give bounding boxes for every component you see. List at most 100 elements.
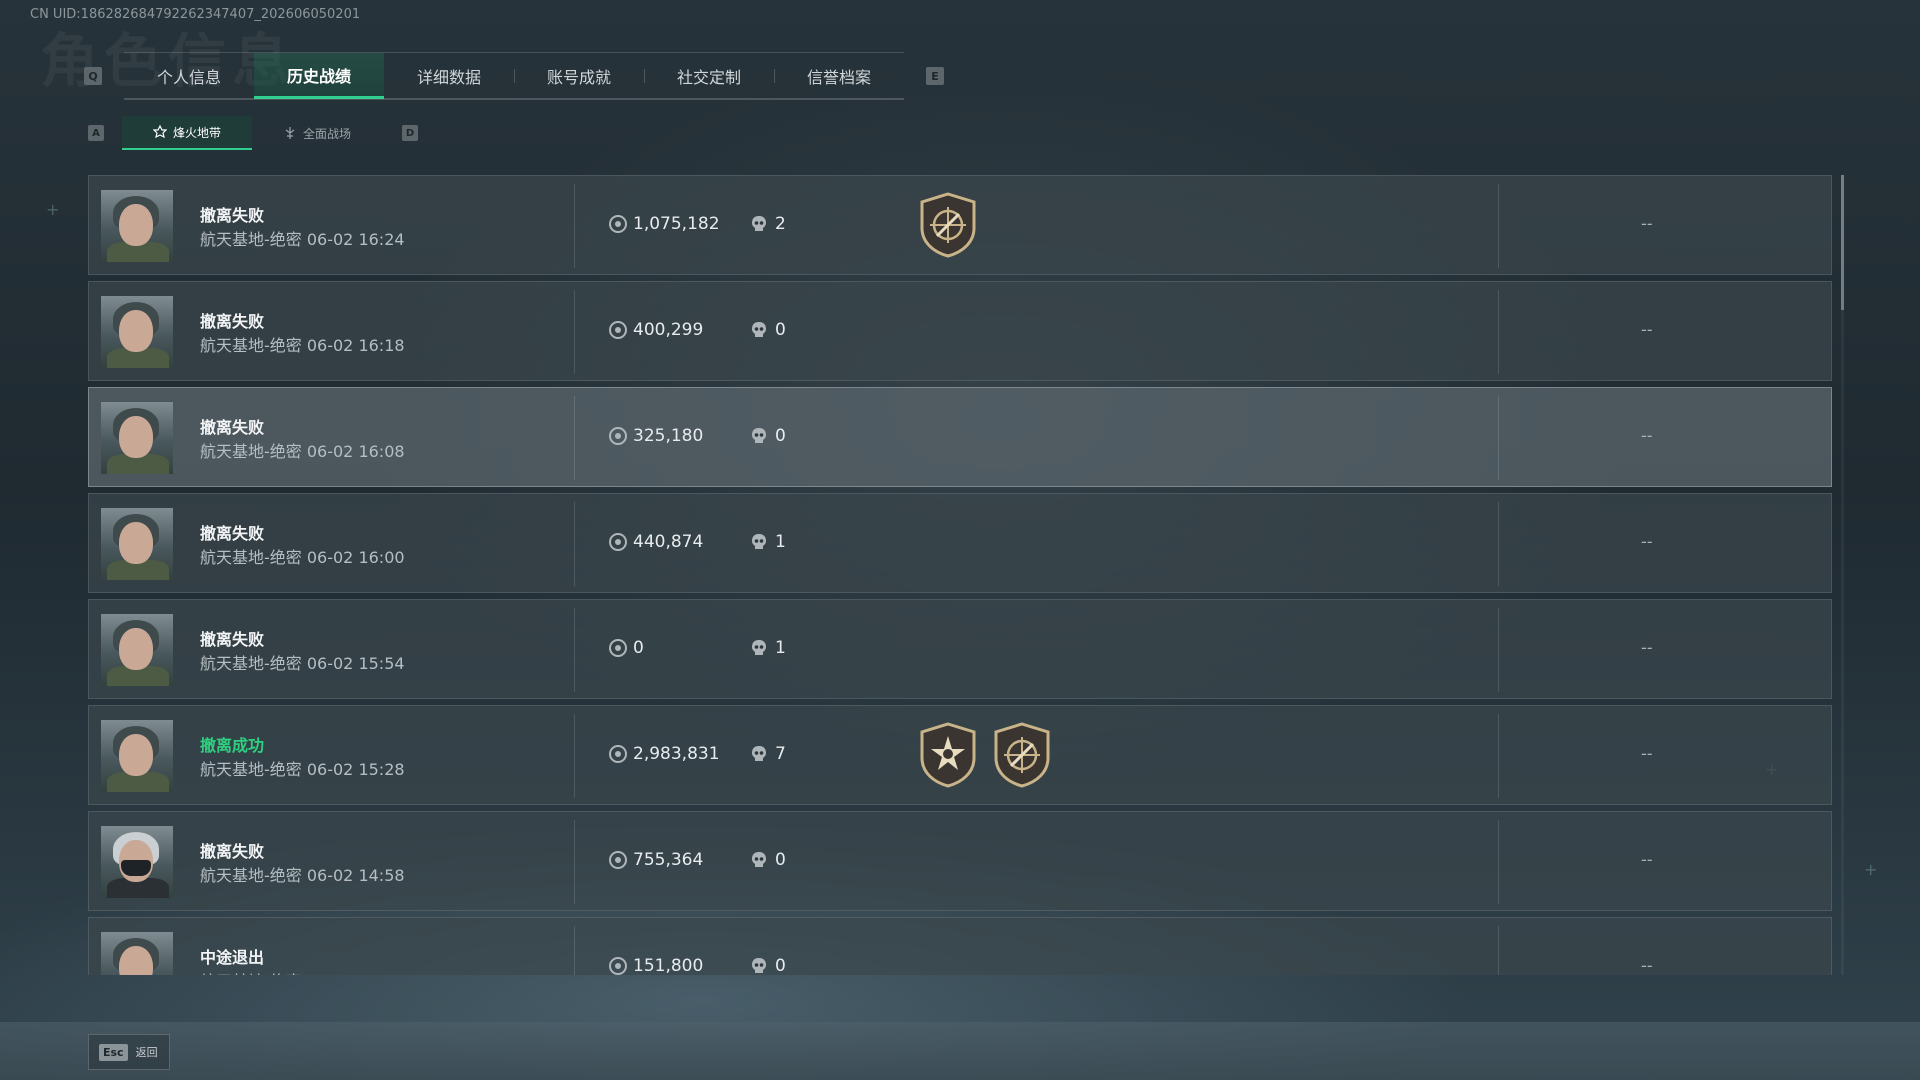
target-badge-icon [994,722,1050,788]
scrollbar-thumb[interactable] [1841,175,1844,310]
skull-icon [752,852,766,867]
target-badge-icon [920,192,976,258]
loot-value-text: 755,364 [633,850,704,870]
column-divider [1498,926,1499,975]
loot-value: 151,800 [609,956,703,975]
map-and-time: 航天基地-绝密 06-02 16:08 [200,442,405,461]
tab-social-custom[interactable]: 社交定制 [644,53,774,99]
key-hint-q[interactable]: Q [84,67,102,85]
sub-tabs: 烽火地带 全面战场 [122,116,382,150]
operator-avatar [101,932,173,975]
extra-info: -- [1641,426,1653,445]
kill-count-text: 1 [775,638,786,658]
extraction-status: 撤离失败 [200,312,265,331]
map-and-time: 航天基地-绝密 06-02 16:24 [200,230,405,249]
extraction-status: 撤离失败 [200,842,265,861]
match-record-row[interactable]: 撤离失败 航天基地-绝密 06-02 16:18 400,299 0 -- [88,281,1832,381]
key-hint-a[interactable]: A [88,125,104,141]
map-and-time: 航天基地-绝密 06-02 16:00 [200,548,405,567]
kill-count-text: 0 [775,426,786,446]
column-divider [1498,820,1499,904]
loot-value-text: 2,983,831 [633,744,720,764]
kill-count: 2 [751,214,786,234]
extraction-status: 中途退出 [200,948,265,967]
kill-count-text: 0 [775,320,786,340]
key-hint-d[interactable]: D [402,125,418,141]
back-label: 返回 [135,1046,158,1059]
skull-icon [752,216,766,231]
skull-icon [752,534,766,549]
map-and-time: 航天基地-绝密 06-02 15:28 [200,760,405,779]
list-scrollbar[interactable] [1841,175,1844,975]
column-divider [1498,502,1499,586]
coin-icon [609,533,627,551]
operator-avatar [101,190,173,262]
badge-list [919,722,1051,788]
kill-count-text: 2 [775,214,786,234]
loot-value: 400,299 [609,320,703,340]
operator-avatar [101,720,173,792]
match-record-row[interactable]: 撤离失败航天基地-绝密 06-02 14:58 755,364 0 -- [88,811,1832,911]
plus-decoration-icon: + [1864,860,1878,879]
kill-count: 7 [751,744,786,764]
operator-avatar [101,508,173,580]
extraction-status: 撤离失败 [200,418,265,437]
map-and-time: 航天基地-绝密 06-02 14:30 [200,968,405,975]
back-button[interactable]: Esc 返回 [88,1034,170,1070]
match-record-row[interactable]: 撤离失败 航天基地-绝密 06-02 16:24 1,075,182 2 -- [88,175,1832,275]
tab-credit-record[interactable]: 信誉档案 [774,53,904,99]
column-divider [1498,608,1499,692]
skull-icon [752,746,766,761]
match-record-row[interactable]: 撤离成功 航天基地-绝密 06-02 15:28 2,983,831 7 -- [88,705,1832,805]
subtab-flame-zone[interactable]: 烽火地带 [122,116,252,150]
skull-icon [752,958,766,973]
badge-list [919,192,977,258]
operator-avatar [101,614,173,686]
extra-info: -- [1641,532,1653,551]
main-tab-bar: Q 个人信息 历史战绩 详细数据 账号成就 社交定制 信誉档案 E [84,52,944,100]
coin-icon [609,215,627,233]
kill-count: 1 [751,638,786,658]
plus-decoration-icon: + [46,200,60,219]
coin-icon [609,851,627,869]
star-badge-icon [920,722,976,788]
column-divider [574,290,575,374]
column-divider [574,820,575,904]
map-and-time: 航天基地-绝密 06-02 16:18 [200,336,405,355]
footer-bar [0,1022,1920,1080]
extra-info: -- [1641,850,1653,869]
loot-value: 1,075,182 [609,214,720,234]
kill-count: 0 [751,320,786,340]
loot-value-text: 0 [633,638,644,658]
kill-count-text: 0 [775,850,786,870]
column-divider [574,184,575,268]
column-divider [1498,184,1499,268]
map-and-time: 航天基地-绝密 06-02 15:54 [200,654,405,673]
match-record-row[interactable]: 撤离失败 航天基地-绝密 06-02 16:08 325,180 0 -- [88,387,1832,487]
loot-value: 2,983,831 [609,744,720,764]
match-record-row[interactable]: 撤离失败 航天基地-绝密 06-02 15:54 0 1 -- [88,599,1832,699]
masked-operator-avatar [101,826,173,898]
skull-icon [752,322,766,337]
loot-value: 0 [609,638,644,658]
loot-value-text: 151,800 [633,956,704,975]
tab-match-history[interactable]: 历史战绩 [254,53,384,99]
key-hint-e[interactable]: E [926,67,944,85]
esc-key-hint: Esc [99,1043,128,1061]
subtab-battlefield[interactable]: 全面战场 [252,116,382,150]
coin-icon [609,745,627,763]
match-record-list: 撤离失败 航天基地-绝密 06-02 16:24 1,075,182 2 -- 撤离失败航… [88,175,1832,975]
kill-count: 1 [751,532,786,552]
column-divider [1498,396,1499,480]
skull-icon [752,640,766,655]
kill-count-text: 1 [775,532,786,552]
tab-personal-info[interactable]: 个人信息 [124,53,254,99]
match-record-row[interactable]: 撤离失败 航天基地-绝密 06-02 16:00 440,874 1 -- [88,493,1832,593]
tab-achievements[interactable]: 账号成就 [514,53,644,99]
skull-icon [752,428,766,443]
loot-value-text: 400,299 [633,320,704,340]
match-record-row[interactable]: 中途退出航天基地-绝密 06-02 14:30 151,800 0 -- [88,917,1832,975]
map-and-time: 航天基地-绝密 06-02 14:58 [200,866,405,885]
tab-detailed-data[interactable]: 详细数据 [384,53,514,99]
kill-count: 0 [751,426,786,446]
